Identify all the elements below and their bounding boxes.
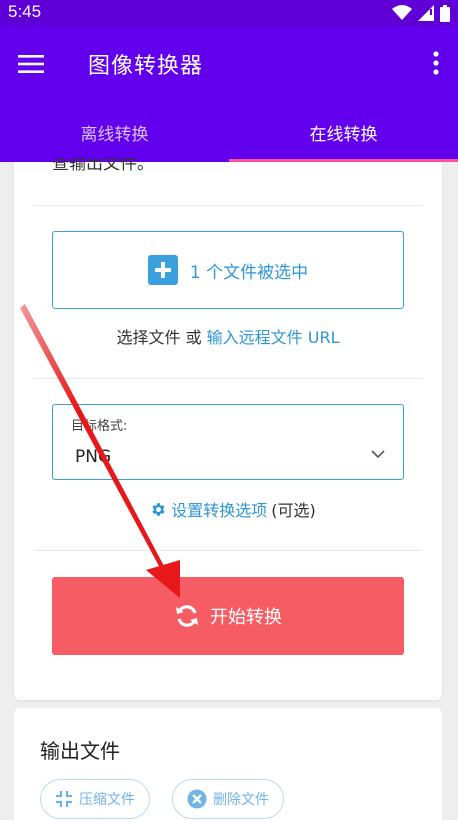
- signal-icon: [418, 5, 434, 21]
- file-select-button[interactable]: 1 个文件被选中: [52, 231, 404, 309]
- compress-icon: [56, 791, 72, 807]
- app-bar: 图像转换器: [0, 26, 458, 102]
- optional-label: (可选): [271, 501, 316, 520]
- target-format-label: 目标格式:: [71, 419, 128, 434]
- chevron-down-icon: [371, 450, 385, 459]
- start-conversion-button[interactable]: 开始转换: [52, 577, 404, 655]
- more-vertical-icon: [433, 51, 439, 75]
- hamburger-icon: [18, 55, 44, 73]
- tab-offline[interactable]: 离线转换: [0, 102, 229, 162]
- remote-url-link[interactable]: 输入远程文件 URL: [207, 328, 340, 347]
- divider: [34, 378, 422, 379]
- start-conversion-label: 开始转换: [210, 607, 282, 628]
- file-select-label: 1 个文件被选中: [189, 262, 309, 283]
- status-bar: 5:45: [0, 0, 458, 26]
- instruction-text: 查输出文件。: [52, 158, 154, 174]
- compress-files-button[interactable]: 压缩文件: [40, 779, 150, 819]
- delete-files-label: 删除文件: [213, 792, 269, 808]
- menu-button[interactable]: [14, 48, 48, 80]
- target-format-select[interactable]: 目标格式: PNG: [52, 404, 404, 480]
- refresh-icon: [176, 605, 198, 627]
- target-format-value: PNG: [75, 447, 112, 467]
- conversion-options-line: 设置转换选项 (可选): [14, 497, 442, 521]
- battery-icon: [440, 4, 450, 22]
- converter-card: 查输出文件。 1 个文件被选中 选择文件 或 输入远程文件 URL 目标格式: …: [14, 158, 442, 700]
- conversion-options-link[interactable]: 设置转换选项: [171, 497, 267, 521]
- divider: [34, 205, 422, 206]
- tab-bar: 离线转换 在线转换: [0, 102, 458, 162]
- status-time: 5:45: [8, 2, 42, 21]
- status-icons: [392, 4, 450, 22]
- compress-files-label: 压缩文件: [79, 792, 135, 808]
- close-circle-icon: [187, 789, 207, 809]
- plus-icon: [147, 255, 178, 285]
- output-card: 输出文件 压缩文件 删除文件: [14, 708, 442, 820]
- choose-file-line: 选择文件 或 输入远程文件 URL: [14, 324, 442, 348]
- choose-file-text: 选择文件 或: [116, 328, 207, 347]
- gear-icon[interactable]: [150, 501, 167, 518]
- wifi-icon: [392, 5, 412, 20]
- overflow-menu-button[interactable]: [426, 46, 446, 80]
- delete-files-button[interactable]: 删除文件: [172, 779, 284, 819]
- divider: [34, 550, 422, 551]
- output-title: 输出文件: [40, 739, 120, 763]
- app-title: 图像转换器: [88, 54, 204, 79]
- tab-online[interactable]: 在线转换: [229, 102, 458, 162]
